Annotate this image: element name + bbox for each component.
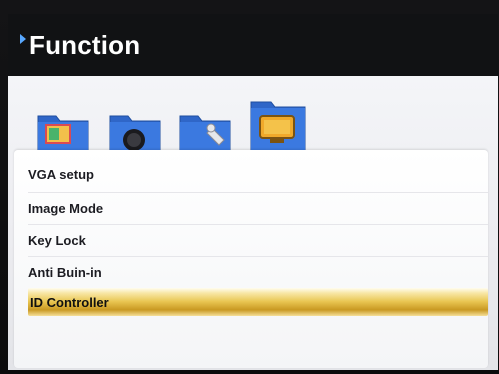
category-icon-row bbox=[36, 96, 316, 156]
menu-item-vga-setup[interactable]: VGA setup bbox=[14, 158, 488, 190]
function-menu: VGA setup Image Mode Key Lock Anti Buin-… bbox=[14, 150, 488, 368]
osd-screen: Function VGA setup Image Mode Key Lock A… bbox=[0, 0, 499, 374]
menu-item-image-mode[interactable]: Image Mode bbox=[14, 192, 488, 224]
menu-item-key-lock[interactable]: Key Lock bbox=[14, 224, 488, 256]
function-folder-icon[interactable] bbox=[248, 96, 308, 156]
menu-item-label: VGA setup bbox=[28, 166, 94, 182]
menu-item-label: Anti Buin-in bbox=[28, 264, 102, 280]
menu-item-label: Key Lock bbox=[28, 232, 86, 248]
title-bar: Function bbox=[8, 14, 498, 76]
menu-item-anti-burn-in[interactable]: Anti Buin-in bbox=[14, 256, 488, 288]
page-title: Function bbox=[29, 29, 141, 60]
title-arrow-icon bbox=[20, 34, 26, 44]
menu-item-label: ID Controller bbox=[30, 294, 109, 310]
menu-item-id-controller[interactable]: ID Controller bbox=[28, 288, 488, 316]
menu-item-label: Image Mode bbox=[28, 200, 104, 216]
